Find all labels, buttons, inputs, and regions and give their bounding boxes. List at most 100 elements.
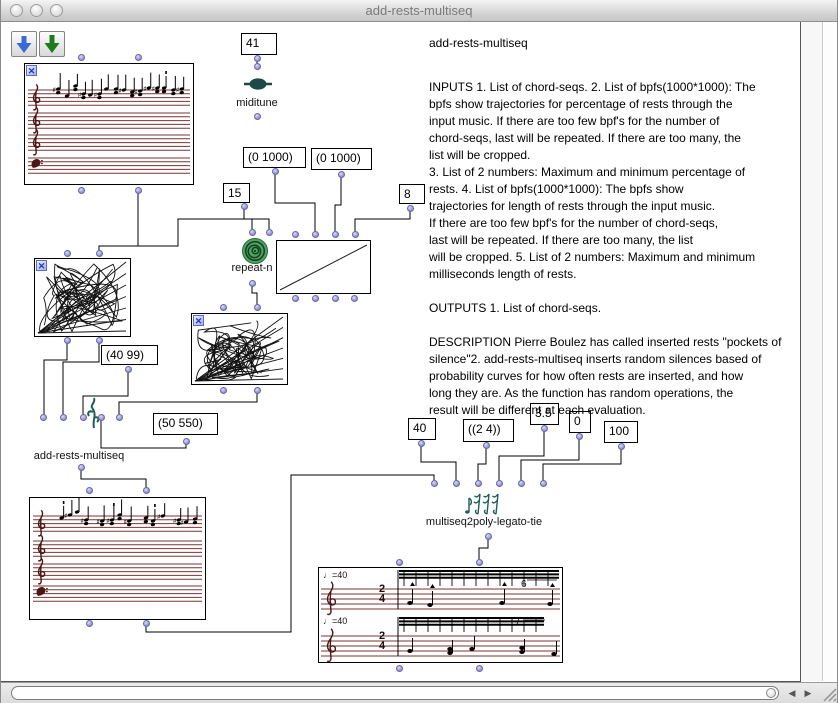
port[interactable] xyxy=(64,250,71,257)
multiseq-input-box[interactable]: ♯♯♯♯♯♯♯♯ ✕ xyxy=(24,63,194,185)
patch-canvas[interactable]: 41 (0 1000) (0 1000) 15 8 (40 99) (50 55… xyxy=(1,22,801,682)
port[interactable] xyxy=(351,295,358,302)
window-right-margin xyxy=(824,22,838,681)
value-box-41[interactable]: 41 xyxy=(241,33,277,55)
port[interactable] xyxy=(431,480,438,487)
eval-blue-button[interactable] xyxy=(11,31,37,57)
port[interactable] xyxy=(518,480,525,487)
port[interactable] xyxy=(483,442,490,449)
time-sig-2-den: 4 xyxy=(379,640,385,652)
scroll-right-arrow-icon[interactable]: ▶ xyxy=(800,686,816,701)
port[interactable] xyxy=(332,231,339,238)
tempo-mark-2: ♩=40 xyxy=(323,616,347,626)
close-box-icon[interactable]: ✕ xyxy=(36,260,47,271)
port[interactable] xyxy=(312,231,319,238)
svg-text:♯: ♯ xyxy=(81,518,84,525)
port[interactable] xyxy=(396,665,403,672)
port[interactable] xyxy=(241,203,248,210)
miditune-icon[interactable] xyxy=(243,74,273,94)
svg-text:♯: ♯ xyxy=(78,92,81,99)
port[interactable] xyxy=(254,304,261,311)
port[interactable] xyxy=(618,443,625,450)
port[interactable] xyxy=(80,414,87,421)
port[interactable] xyxy=(86,487,93,494)
port[interactable] xyxy=(396,559,403,566)
port[interactable] xyxy=(116,414,123,421)
port[interactable] xyxy=(338,171,345,178)
value-box-15[interactable]: 15 xyxy=(223,183,250,203)
port[interactable] xyxy=(540,480,547,487)
port[interactable] xyxy=(78,54,85,61)
port[interactable] xyxy=(576,433,583,440)
port[interactable] xyxy=(254,113,261,120)
port[interactable] xyxy=(40,414,47,421)
value-box-8[interactable]: 8 xyxy=(399,184,425,204)
value-box-range-b[interactable]: (0 1000) xyxy=(311,148,372,170)
port[interactable] xyxy=(292,295,299,302)
add-rests-multiseq-icon[interactable] xyxy=(83,396,105,430)
svg-text:♯: ♯ xyxy=(157,514,160,521)
port[interactable] xyxy=(96,337,103,344)
port[interactable] xyxy=(476,665,483,672)
bpf-box[interactable] xyxy=(276,240,371,294)
port[interactable] xyxy=(125,366,132,373)
port[interactable] xyxy=(541,425,548,432)
port[interactable] xyxy=(254,55,261,62)
close-box-icon[interactable]: ✕ xyxy=(193,315,204,326)
port[interactable] xyxy=(418,440,425,447)
port[interactable] xyxy=(407,205,414,212)
value-box-40-99[interactable]: (40 99) xyxy=(101,345,158,365)
port[interactable] xyxy=(453,480,460,487)
vertical-scrollbar[interactable] xyxy=(801,22,823,681)
value-box-range-a[interactable]: (0 1000) xyxy=(243,147,306,168)
port[interactable] xyxy=(86,620,93,627)
port[interactable] xyxy=(64,337,71,344)
bpf-collection-box-1[interactable]: ✕ xyxy=(34,258,131,337)
horizontal-scroll-track[interactable] xyxy=(11,686,779,700)
port[interactable] xyxy=(220,304,227,311)
port[interactable] xyxy=(135,187,142,194)
title-bar: add-rests-multiseq xyxy=(1,0,837,22)
scroll-left-arrow-icon[interactable]: ◀ xyxy=(784,686,800,701)
port[interactable] xyxy=(96,250,103,257)
port[interactable] xyxy=(292,231,299,238)
multiseq2poly-icon[interactable] xyxy=(461,490,509,516)
svg-text:♯: ♯ xyxy=(106,518,109,525)
port[interactable] xyxy=(60,414,67,421)
value-box-50-550[interactable]: (50 550) xyxy=(153,413,218,435)
port[interactable] xyxy=(272,168,279,175)
horizontal-scrollbar[interactable]: ◀ ▶ xyxy=(1,682,838,703)
port[interactable] xyxy=(98,414,105,421)
port[interactable] xyxy=(220,387,227,394)
port[interactable] xyxy=(332,295,339,302)
port[interactable] xyxy=(266,229,273,236)
port[interactable] xyxy=(78,464,85,471)
port[interactable] xyxy=(485,533,492,540)
svg-text:♯: ♯ xyxy=(173,518,176,525)
eval-green-button[interactable] xyxy=(39,31,65,57)
port[interactable] xyxy=(249,280,256,287)
port[interactable] xyxy=(475,480,482,487)
resize-grip-icon[interactable] xyxy=(820,685,837,702)
port[interactable] xyxy=(254,63,261,70)
port[interactable] xyxy=(249,229,256,236)
blue-down-arrow-icon xyxy=(12,32,36,56)
port[interactable] xyxy=(135,54,142,61)
comment-title: add-rests-multiseq xyxy=(429,36,528,50)
port[interactable] xyxy=(183,438,190,445)
multiseq2poly-label: multiseq2poly-legato-tie xyxy=(426,516,542,528)
port[interactable] xyxy=(143,487,150,494)
port[interactable] xyxy=(78,187,85,194)
port[interactable] xyxy=(312,295,319,302)
svg-text:♯: ♯ xyxy=(135,89,138,96)
port[interactable] xyxy=(352,231,359,238)
repeat-n-icon[interactable] xyxy=(241,237,269,265)
bpf-curve xyxy=(277,241,370,293)
port[interactable] xyxy=(476,559,483,566)
bpf-collection-box-2[interactable]: ✕ xyxy=(191,313,288,385)
port[interactable] xyxy=(254,387,261,394)
port[interactable] xyxy=(143,620,150,627)
port[interactable] xyxy=(496,480,503,487)
multiseq-output-box[interactable]: ♯♯♯♯♯♯♯♯ xyxy=(29,497,206,620)
close-box-icon[interactable]: ✕ xyxy=(26,65,37,76)
